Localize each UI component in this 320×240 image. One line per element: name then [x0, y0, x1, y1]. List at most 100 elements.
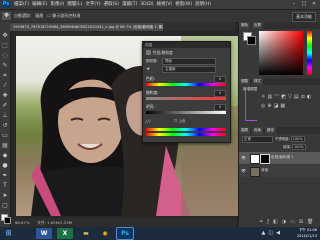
tab-layers[interactable]: 圖層	[239, 127, 250, 134]
brush-icon[interactable]: ✐	[1, 102, 9, 110]
hue-sat-icon[interactable]: ▤	[294, 94, 299, 101]
layer-name[interactable]: 背景	[261, 168, 268, 173]
visibility-eye-icon[interactable]: 👁	[241, 155, 246, 160]
tab-paths[interactable]: 路徑	[265, 127, 276, 134]
menu-type[interactable]: 文字(Y)	[85, 1, 100, 8]
layer-row[interactable]: 👁 色相/飽和度 1	[239, 152, 320, 164]
blur-icon[interactable]: ◆	[1, 152, 9, 160]
mask-thumbnail[interactable]	[260, 154, 270, 164]
trash-icon[interactable]: 🗑	[307, 219, 313, 225]
tab-styles[interactable]: 樣式	[252, 78, 263, 85]
start-button[interactable]: ⊞	[2, 228, 15, 239]
lasso-icon[interactable]: ◌	[1, 52, 9, 60]
folder-icon[interactable]: ▭	[290, 219, 295, 225]
gradient-icon[interactable]: ▤	[1, 142, 9, 150]
pen-icon[interactable]: ✒	[1, 172, 9, 180]
color-picker-field[interactable]	[259, 31, 303, 75]
taskbar-excel[interactable]: X	[57, 228, 73, 239]
maximize-button[interactable]: □	[300, 1, 308, 7]
curves-icon[interactable]: ⌒	[274, 94, 279, 101]
taskbar-chrome[interactable]: ◉	[97, 228, 113, 239]
visibility-eye-icon[interactable]: 👁	[241, 168, 246, 173]
hue-bar[interactable]	[146, 83, 226, 86]
taskbar-explorer[interactable]: ▬	[78, 228, 94, 239]
taskbar-word[interactable]: W	[36, 228, 52, 239]
saturation-bar[interactable]	[146, 97, 226, 100]
photo-filter-icon[interactable]: ◎	[261, 103, 265, 109]
auto-select-dropdown[interactable]: 圖層	[35, 13, 43, 19]
black-white-icon[interactable]: ◐	[307, 94, 311, 101]
dodge-icon[interactable]: ●	[1, 162, 9, 170]
menu-filter[interactable]: 濾鏡(T)	[122, 1, 137, 8]
hue-value[interactable]: 0	[214, 76, 226, 83]
menu-view[interactable]: 檢視(V)	[157, 1, 173, 8]
quick-select-icon[interactable]: ✎	[1, 62, 9, 70]
menu-select[interactable]: 選取(S)	[104, 1, 119, 8]
preset-dropdown[interactable]: 預設	[162, 58, 216, 65]
posterize-icon[interactable]: ▦	[280, 103, 285, 109]
eyedropper-tools-icon[interactable]: ⁄ ⁄ ⁄	[146, 119, 151, 124]
fill-value[interactable]: 100%	[292, 144, 306, 150]
tab-swatches[interactable]: 色票	[252, 22, 263, 29]
link-icon[interactable]: ⚭	[259, 219, 263, 225]
eraser-icon[interactable]: ▭	[1, 132, 9, 140]
hue-slider[interactable]: 色相: 0	[146, 76, 226, 86]
invert-icon[interactable]: ◪	[274, 103, 279, 109]
path-select-icon[interactable]: ➤	[1, 192, 9, 200]
fx-icon[interactable]: ƒ	[267, 219, 269, 225]
layer-name[interactable]: 色相/飽和度 1	[271, 155, 294, 160]
network-icon[interactable]: ◫	[268, 230, 273, 236]
tab-adjustments[interactable]: 調整	[239, 78, 250, 85]
mask-icon[interactable]: ◧	[273, 219, 278, 225]
type-icon[interactable]: T	[1, 182, 9, 190]
background-color-swatch[interactable]	[4, 217, 11, 224]
close-tab-icon[interactable]: ×	[158, 23, 162, 31]
hand-tool-icon[interactable]: ☚	[146, 66, 150, 71]
history-brush-icon[interactable]: ↺	[1, 122, 9, 130]
menu-layer[interactable]: 圖層(L)	[67, 1, 82, 8]
crop-icon[interactable]: ⌗	[1, 72, 9, 80]
menu-3d[interactable]: 3D(D)	[140, 1, 153, 8]
minimize-button[interactable]: –	[290, 1, 298, 7]
zoom-level[interactable]: 66.67%	[11, 220, 29, 225]
move-icon[interactable]: ✥	[1, 32, 9, 40]
tab-color[interactable]: 顏色	[239, 22, 250, 29]
colorize-checkbox[interactable]: ☐ 上色	[174, 119, 186, 124]
menu-image[interactable]: 影像(I)	[50, 1, 64, 8]
transform-controls-checkbox[interactable]: ☐ 顯示變形控制項	[47, 13, 80, 19]
menu-window[interactable]: 視窗(W)	[175, 1, 192, 8]
blend-mode-dropdown[interactable]: 正常	[242, 136, 273, 143]
lightness-value[interactable]: 0	[214, 104, 226, 111]
lightness-bar[interactable]	[146, 111, 226, 114]
opacity-value[interactable]: 100%	[290, 136, 305, 142]
healing-icon[interactable]: ✚	[1, 92, 9, 100]
color-balance-icon[interactable]: ⚖	[301, 94, 305, 101]
lightness-slider[interactable]: 明亮: 0	[146, 104, 226, 114]
levels-icon[interactable]: ▥	[267, 94, 272, 101]
close-button[interactable]: ✕	[310, 1, 318, 7]
tray-arrow-icon[interactable]: ▲	[262, 230, 266, 236]
menu-help[interactable]: 說明(H)	[195, 1, 211, 8]
adjustment-layer-icon[interactable]: ◑	[282, 219, 286, 225]
background-swatch[interactable]	[247, 36, 256, 45]
eyedropper-icon[interactable]: ⁄	[1, 82, 9, 90]
saturation-slider[interactable]: 飽和度: 0	[146, 90, 226, 100]
saturation-value[interactable]: 0	[214, 90, 226, 97]
marquee-icon[interactable]: ⬚	[1, 42, 9, 50]
menu-edit[interactable]: 編輯(E)	[32, 1, 47, 8]
menu-file[interactable]: 檔案(F)	[14, 1, 29, 8]
channel-dropdown[interactable]: 主檔案	[162, 66, 216, 73]
taskbar-photoshop[interactable]: Ps	[116, 227, 134, 240]
shape-icon[interactable]: ▢	[1, 202, 9, 210]
properties-header[interactable]: 內容	[143, 42, 230, 48]
hue-strip[interactable]	[307, 31, 312, 75]
channel-mixer-icon[interactable]: ⊕	[267, 103, 271, 109]
vibrance-icon[interactable]: ▽	[288, 94, 292, 101]
tab-channels[interactable]: 色版	[252, 127, 263, 134]
brightness-icon[interactable]: ☼	[261, 94, 265, 101]
stamp-icon[interactable]: ⊥	[1, 112, 9, 120]
workspace-select[interactable]: 基本功能	[292, 12, 316, 22]
layer-row[interactable]: 👁 背景	[239, 165, 320, 177]
clock[interactable]: 下午 01:06 2014/11/13	[297, 228, 317, 239]
move-tool-icon[interactable]: ✥	[2, 12, 11, 20]
